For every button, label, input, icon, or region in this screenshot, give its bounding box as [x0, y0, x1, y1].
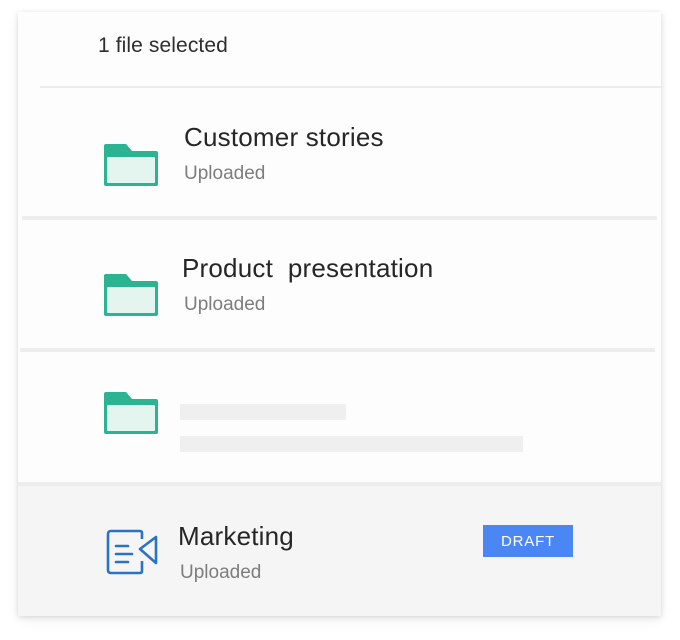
list-item-product-presentation[interactable]: Product presentation Uploaded: [18, 220, 661, 348]
item-status: Uploaded: [180, 562, 262, 583]
draft-badge: DRAFT: [483, 525, 573, 557]
skeleton-title-placeholder: [180, 404, 346, 420]
item-title: Product presentation: [182, 253, 434, 283]
selection-count-text: 1 file selected: [98, 34, 228, 57]
list-item-marketing[interactable]: Marketing Uploaded DRAFT: [18, 486, 661, 616]
document-send-icon: [106, 529, 158, 575]
selection-header: 1 file selected: [18, 12, 661, 86]
item-status: Uploaded: [184, 294, 266, 315]
list-item-loading: [18, 352, 661, 482]
folder-icon: [104, 274, 158, 316]
skeleton-subtitle-placeholder: [180, 436, 523, 452]
file-list-card: 1 file selected Customer stories Uploade…: [18, 12, 661, 616]
list-item-customer-stories[interactable]: Customer stories Uploaded: [18, 88, 661, 216]
item-title: Marketing: [178, 521, 294, 551]
item-status: Uploaded: [184, 163, 266, 184]
item-title: Customer stories: [184, 122, 384, 152]
folder-icon: [104, 392, 158, 434]
folder-icon: [104, 144, 158, 186]
